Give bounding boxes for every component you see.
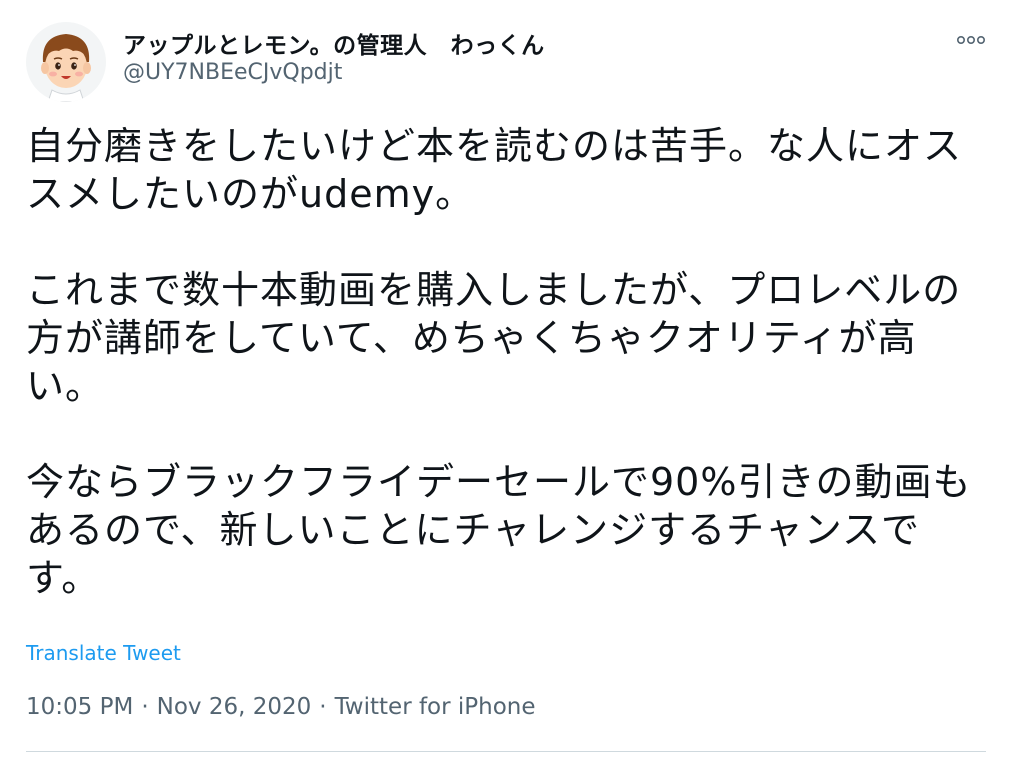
- author-handle[interactable]: @UY7NBEeCJvQpdjt: [123, 60, 342, 85]
- author-display-name[interactable]: アップルとレモン。の管理人 わっくん: [123, 26, 545, 60]
- tweet-date[interactable]: Nov 26, 2020: [157, 694, 312, 720]
- separator: ·: [141, 694, 149, 720]
- tweet-source[interactable]: Twitter for iPhone: [335, 694, 536, 720]
- more-dots-icon: [956, 36, 985, 45]
- more-options-button[interactable]: [954, 30, 988, 50]
- divider: [26, 751, 986, 752]
- separator: ·: [319, 694, 327, 720]
- cartoon-boy-avatar-icon: [26, 22, 106, 102]
- tweet-text: 自分磨きをしたいけど本を読むのは苦手。な人にオススメしたいのがudemy。 これ…: [26, 124, 972, 600]
- avatar[interactable]: [26, 22, 106, 102]
- tweet-card: アップルとレモン。の管理人 わっくん @UY7NBEeCJvQpdjt 自分磨き…: [0, 0, 1024, 757]
- tweet-time[interactable]: 10:05 PM: [26, 694, 133, 720]
- tweet-metadata: 10:05 PM · Nov 26, 2020 · Twitter for iPhone: [26, 694, 536, 720]
- translate-tweet-link[interactable]: Translate Tweet: [26, 641, 181, 665]
